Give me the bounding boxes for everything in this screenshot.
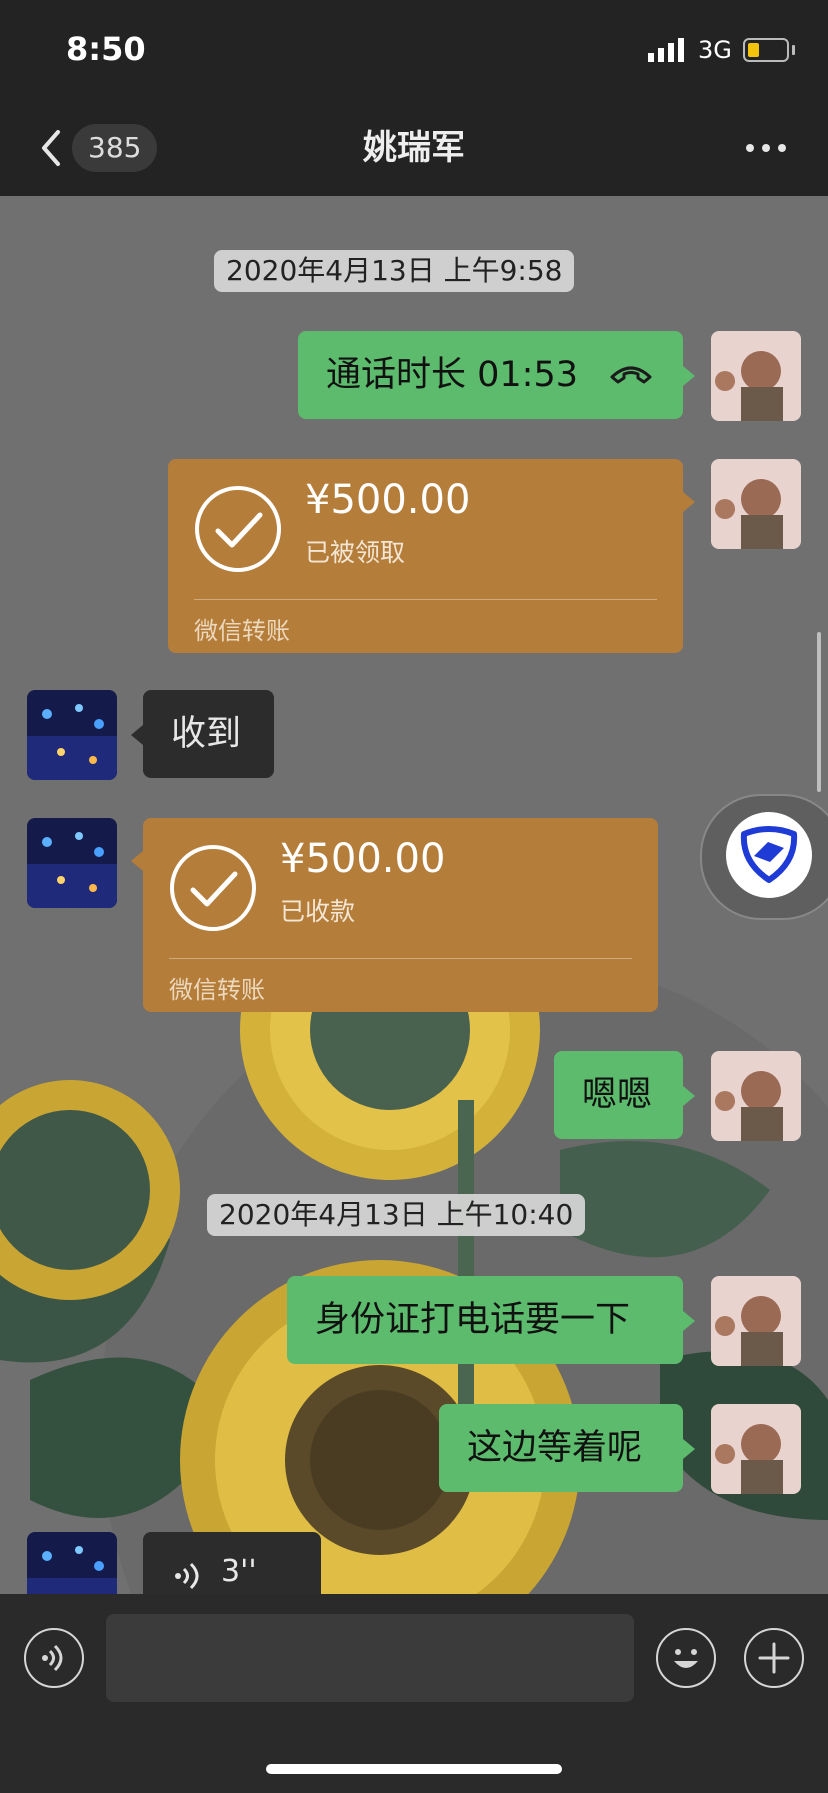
plus-icon [758, 1642, 790, 1674]
divider [194, 599, 657, 600]
check-circle-icon [170, 845, 256, 931]
transfer-card[interactable]: ¥500.00 已收款 微信转账 [143, 818, 658, 1012]
battery-tip [792, 45, 795, 55]
message-text: 嗯嗯 [582, 1075, 653, 1115]
shield-icon [726, 812, 812, 898]
transfer-amount: ¥500.00 [280, 836, 446, 882]
input-bar [0, 1594, 828, 1793]
call-duration-text: 通话时长 01:53 [326, 355, 578, 395]
received-message-bubble[interactable]: 收到 [143, 690, 274, 778]
check-circle-icon [195, 486, 281, 572]
sent-message-bubble[interactable]: 嗯嗯 [554, 1051, 683, 1139]
chat-header: 姚瑞军 385 [0, 100, 828, 196]
transfer-status: 已收款 [280, 897, 356, 926]
transfer-source: 微信转账 [194, 617, 290, 645]
battery-icon [743, 38, 789, 62]
status-bar: 8:50 3G [0, 0, 828, 100]
voice-icon [175, 1562, 199, 1590]
my-avatar[interactable] [711, 1276, 801, 1366]
bubble-tail [683, 366, 695, 386]
my-avatar[interactable] [711, 331, 801, 421]
bubble-tail [683, 1439, 695, 1459]
status-time: 8:50 [66, 30, 146, 68]
contact-avatar[interactable] [27, 818, 117, 908]
bubble-tail [131, 851, 143, 871]
sent-message-bubble[interactable]: 这边等着呢 [439, 1404, 683, 1492]
voice-message-bubble[interactable]: 3'' [143, 1532, 321, 1594]
signal-icon [648, 38, 684, 62]
call-record-bubble[interactable]: 通话时长 01:53 [298, 331, 683, 419]
bubble-tail [683, 1311, 695, 1331]
transfer-source: 微信转账 [169, 976, 265, 1004]
contact-avatar[interactable] [27, 690, 117, 780]
more-dots-icon[interactable] [744, 134, 788, 162]
message-text: 收到 [171, 714, 242, 754]
my-avatar[interactable] [711, 459, 801, 549]
timestamp: 2020年4月13日 上午9:58 [214, 250, 575, 292]
transfer-card[interactable]: ¥500.00 已被领取 微信转账 [168, 459, 683, 653]
voice-input-button[interactable] [24, 1628, 84, 1688]
divider [169, 958, 632, 959]
transfer-status: 已被领取 [305, 538, 406, 567]
add-button[interactable] [744, 1628, 804, 1688]
chevron-left-icon[interactable] [36, 128, 66, 168]
floating-shield-button[interactable] [700, 794, 828, 920]
bubble-tail [683, 1086, 695, 1106]
voice-icon [42, 1644, 63, 1672]
transfer-amount: ¥500.00 [305, 477, 471, 523]
unread-count-badge[interactable]: 385 [72, 124, 158, 172]
phone-hangup-icon [610, 366, 652, 384]
contact-avatar[interactable] [27, 1532, 117, 1594]
voice-duration: 3'' [221, 1554, 257, 1589]
message-list[interactable]: 2020年4月13日 上午9:58 通话时长 01:53 ¥500.00 已被领… [0, 196, 828, 1594]
bubble-tail [683, 492, 695, 512]
scrollbar[interactable] [817, 632, 821, 792]
my-avatar[interactable] [711, 1051, 801, 1141]
bubble-tail [131, 725, 143, 745]
network-type: 3G [698, 36, 732, 64]
sent-message-bubble[interactable]: 身份证打电话要一下 [287, 1276, 683, 1364]
message-text: 这边等着呢 [467, 1428, 643, 1468]
timestamp: 2020年4月13日 上午10:40 [207, 1194, 586, 1236]
my-avatar[interactable] [711, 1404, 801, 1494]
emoji-icon [674, 1649, 698, 1668]
emoji-button[interactable] [656, 1628, 716, 1688]
home-indicator [266, 1764, 562, 1774]
message-text: 身份证打电话要一下 [315, 1300, 631, 1340]
message-input[interactable] [106, 1614, 634, 1702]
